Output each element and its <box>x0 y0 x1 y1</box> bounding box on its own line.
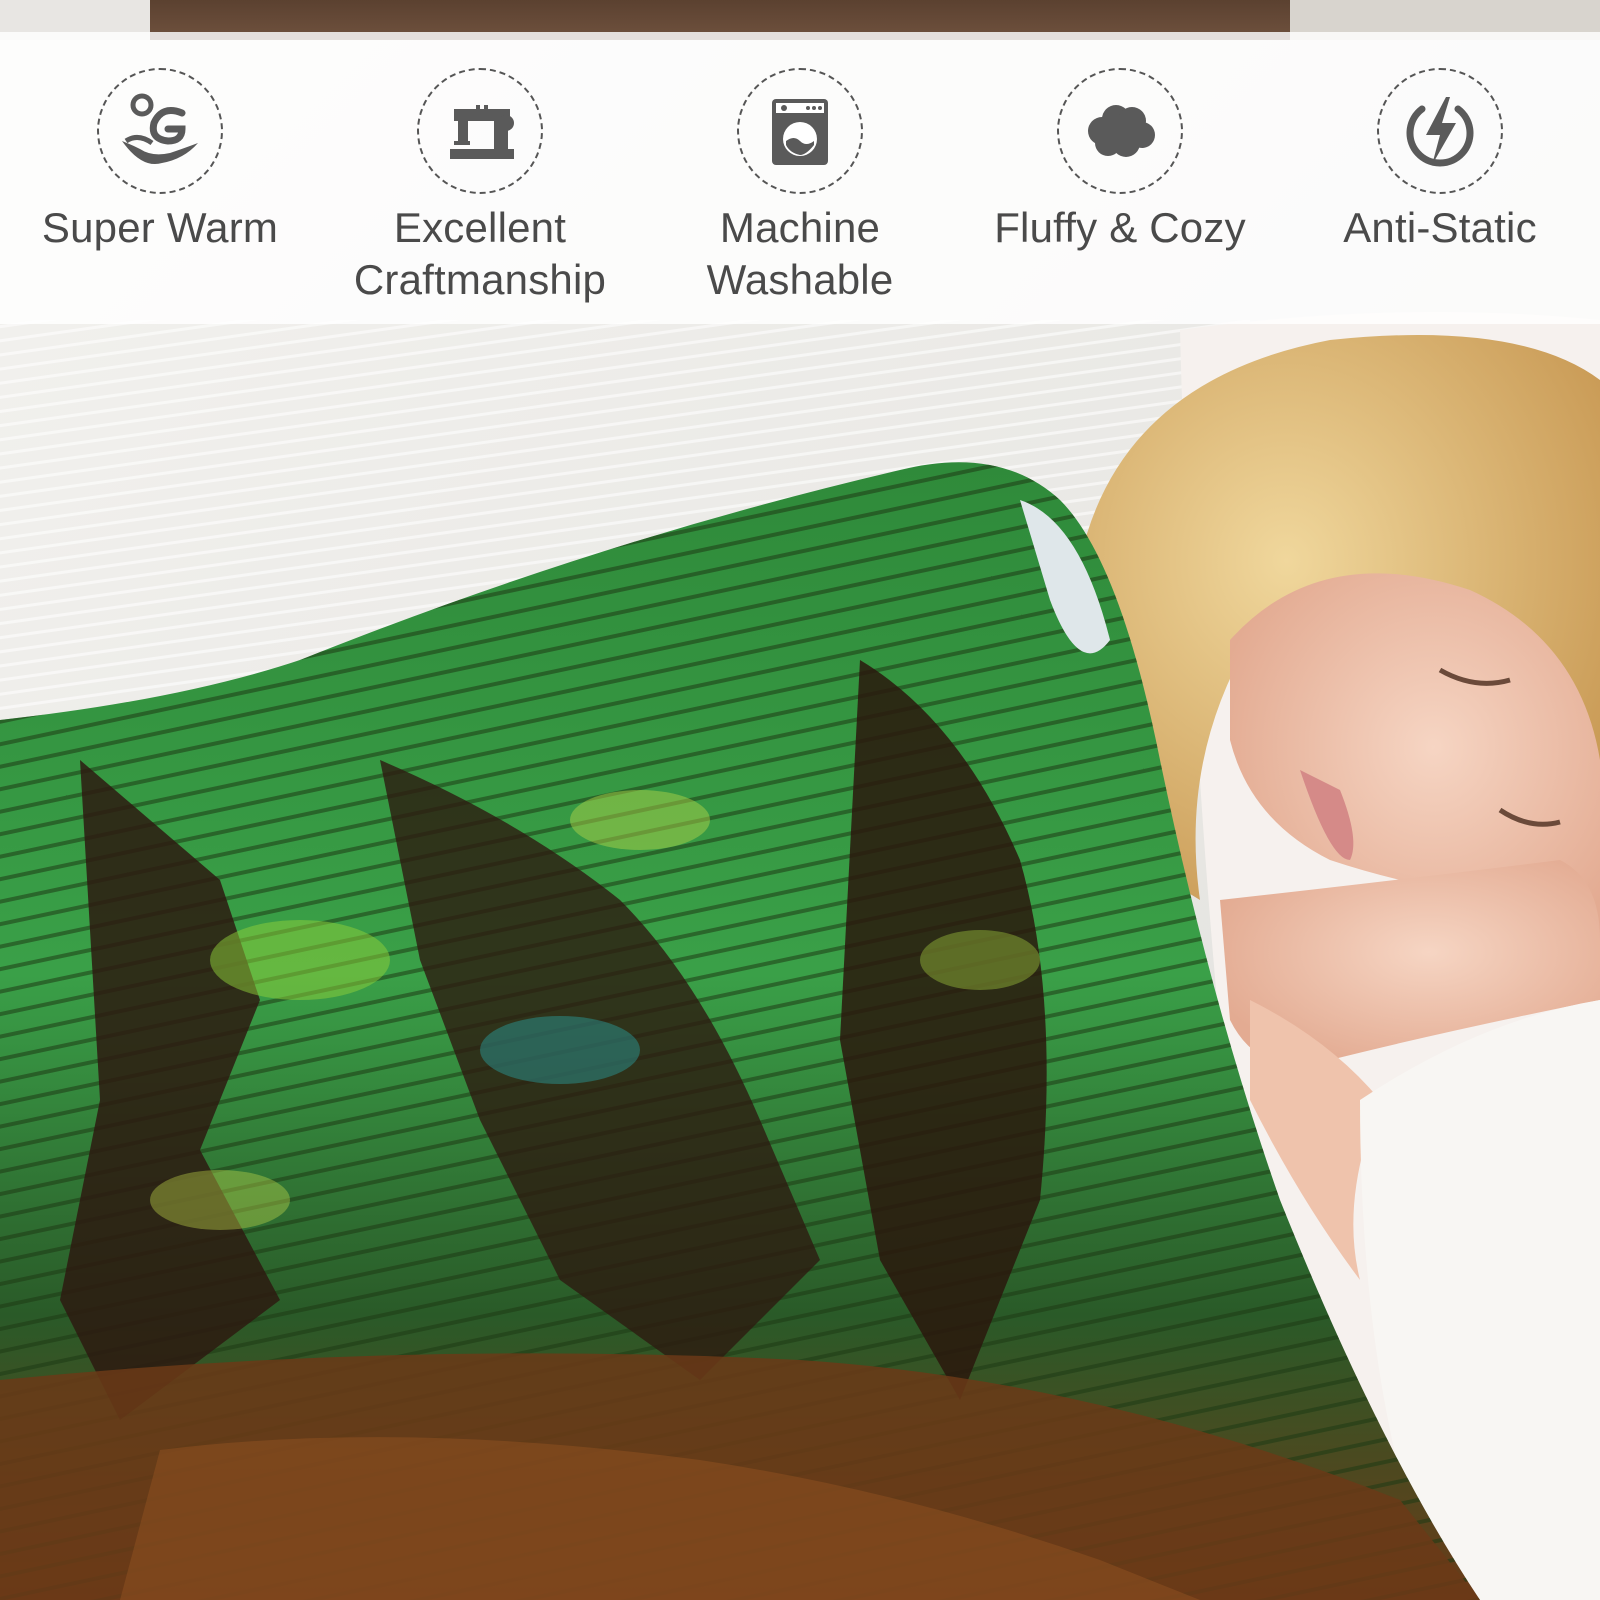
feature-label-line1: Fluffy & Cozy <box>994 204 1246 251</box>
feature-label: Machine Washable <box>640 202 960 306</box>
feature-machine-washable: Machine Washable <box>640 32 960 324</box>
feature-band: Super Warm Excellent Craftmanship Machin… <box>0 32 1600 324</box>
cloud-icon <box>1088 105 1155 157</box>
feature-fluffy-cozy: Fluffy & Cozy <box>960 32 1280 324</box>
feature-badge <box>1057 68 1183 194</box>
feature-badge <box>1377 68 1503 194</box>
lightning-bolt-icon <box>1406 97 1474 167</box>
product-image: Super Warm Excellent Craftmanship Machin… <box>0 0 1600 1600</box>
feature-label-line1: Super Warm <box>41 204 279 251</box>
feature-label: Super Warm <box>0 202 320 254</box>
feature-label-line1: Machine <box>719 204 881 251</box>
warm-water-icon <box>122 93 198 165</box>
feature-label: Excellent Craftmanship <box>320 202 640 306</box>
feature-label-line1: Excellent <box>393 204 567 251</box>
feature-label: Fluffy & Cozy <box>960 202 1280 254</box>
feature-super-warm: Super Warm <box>0 32 320 324</box>
feature-label: Anti-Static <box>1280 202 1600 254</box>
feature-label-line2: Craftmanship <box>353 256 607 303</box>
feature-excellent-craftmanship: Excellent Craftmanship <box>320 32 640 324</box>
feature-label-line2: Washable <box>706 256 894 303</box>
feature-badge <box>737 68 863 194</box>
sewing-machine-icon <box>450 105 514 159</box>
feature-badge <box>97 68 223 194</box>
feature-anti-static: Anti-Static <box>1280 32 1600 324</box>
washing-machine-icon <box>772 99 828 165</box>
feature-label-line1: Anti-Static <box>1343 204 1537 251</box>
feature-badge <box>417 68 543 194</box>
